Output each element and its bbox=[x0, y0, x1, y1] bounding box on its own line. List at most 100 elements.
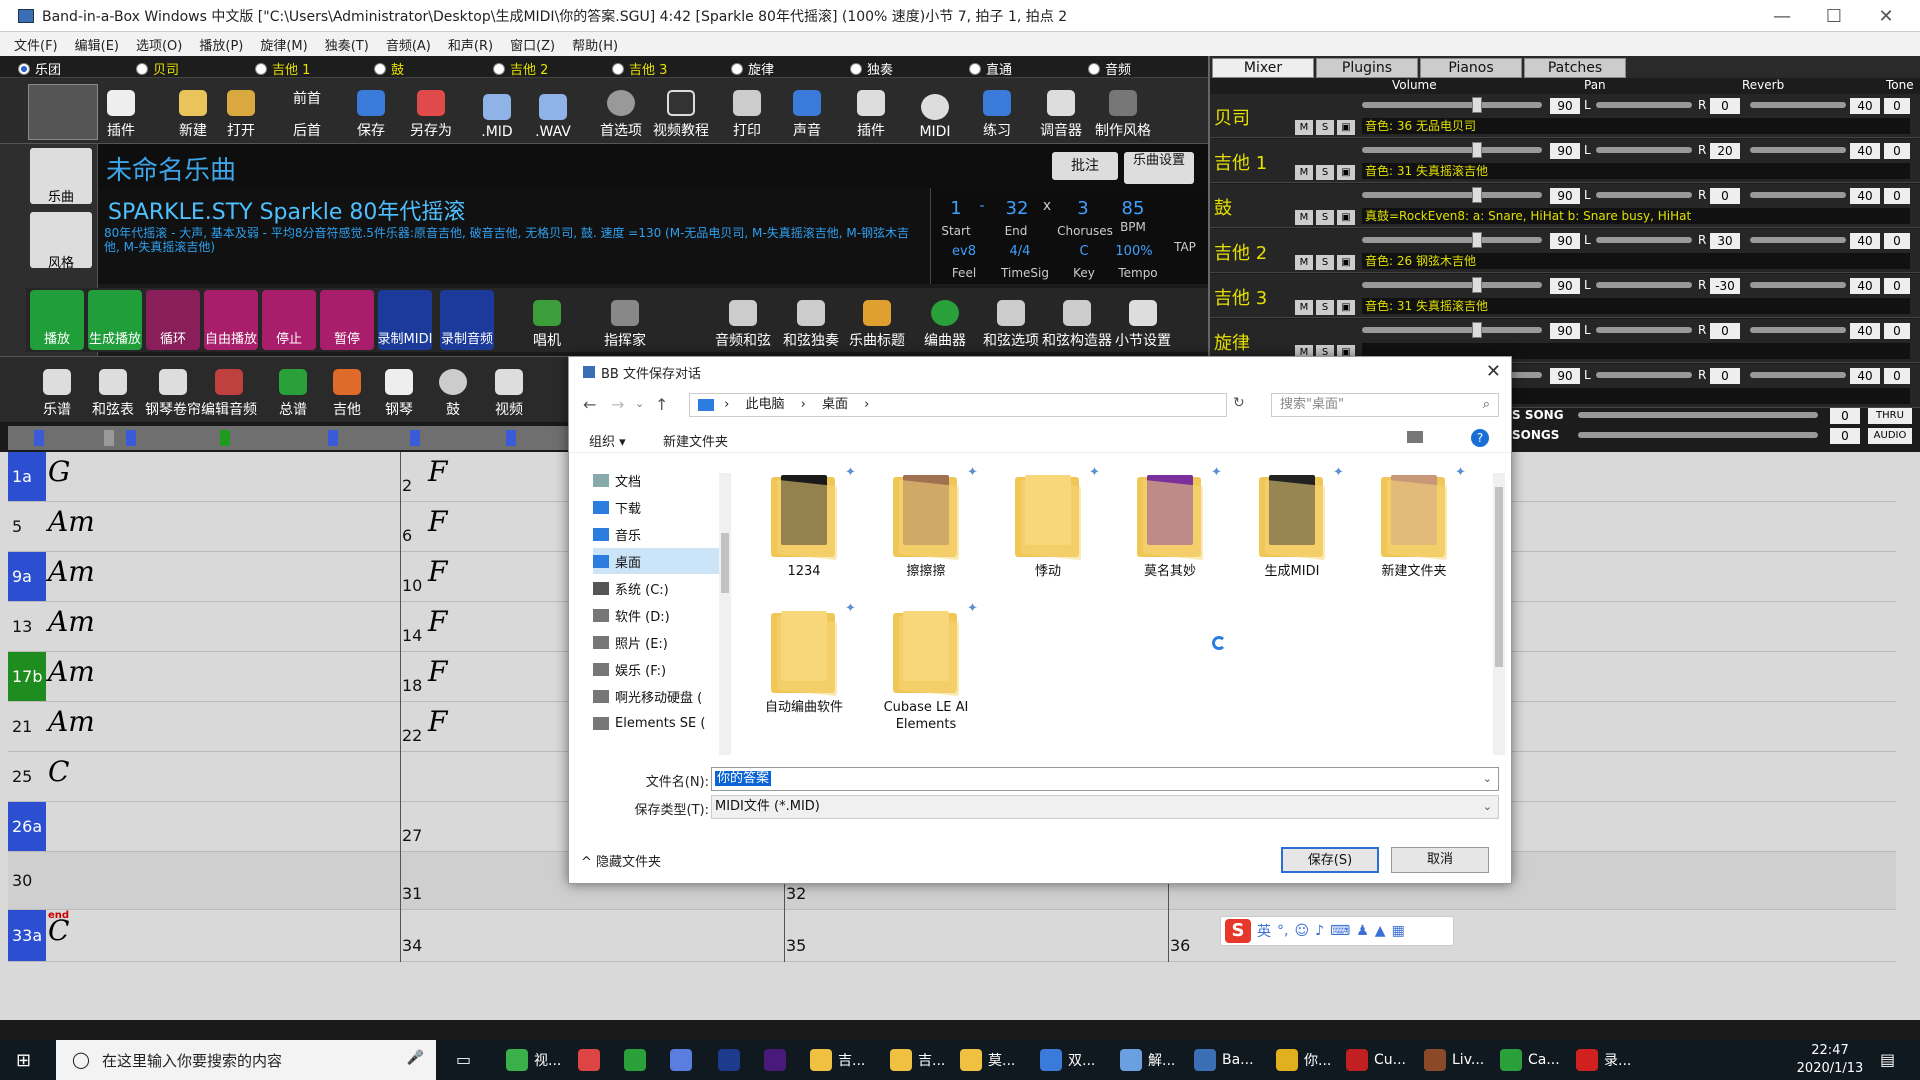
menu-solo[interactable]: 独奏(T) bbox=[325, 35, 369, 54]
pan-slider[interactable] bbox=[1596, 282, 1692, 288]
song-settings-button[interactable]: 乐曲设置 bbox=[1124, 152, 1194, 184]
song-title-tool-button[interactable]: 乐曲标题 bbox=[844, 292, 910, 350]
track-guitar3[interactable]: 吉他 3 bbox=[612, 59, 667, 78]
pan-slider[interactable] bbox=[1596, 237, 1692, 243]
tab-patches[interactable]: Patches bbox=[1524, 58, 1626, 78]
chord-symbol[interactable]: F bbox=[428, 655, 447, 688]
taskbar-search[interactable]: ◯ 在这里输入你要搜索的内容 🎤 bbox=[56, 1040, 436, 1080]
nav-item[interactable]: 系统 (C:) bbox=[593, 575, 721, 601]
menu-edit[interactable]: 编辑(E) bbox=[75, 35, 119, 54]
pan-value[interactable]: 30 bbox=[1710, 233, 1740, 249]
menu-window[interactable]: 窗口(Z) bbox=[510, 35, 555, 54]
pan-slider[interactable] bbox=[1596, 372, 1692, 378]
video-button[interactable]: 视频 bbox=[476, 361, 542, 419]
volume-slider[interactable] bbox=[1362, 102, 1542, 108]
sound-button[interactable]: 声音 bbox=[778, 84, 836, 140]
timesig-value[interactable]: 4/4 bbox=[997, 244, 1043, 259]
pan-slider[interactable] bbox=[1596, 102, 1692, 108]
stop-button[interactable]: 停止 bbox=[262, 290, 316, 350]
address-bar[interactable]: › 此电脑 › 桌面 › bbox=[689, 393, 1227, 417]
organize-button[interactable]: 组织 ▾ bbox=[589, 431, 626, 450]
files-scroll-thumb[interactable] bbox=[1495, 487, 1503, 667]
view-icon[interactable] bbox=[1407, 431, 1423, 443]
ime-skin-icon[interactable]: ▲ bbox=[1375, 923, 1386, 939]
tone-value[interactable]: 0 bbox=[1884, 233, 1910, 249]
edit-audio-button[interactable]: 编辑音频 bbox=[196, 361, 262, 419]
pan-value[interactable]: 0 bbox=[1710, 368, 1740, 384]
chord-symbol[interactable]: Am bbox=[48, 505, 95, 538]
volume-slider[interactable] bbox=[1362, 192, 1542, 198]
prev-song-button[interactable]: 前首 bbox=[278, 80, 336, 108]
next-song-button[interactable]: 后首 bbox=[278, 112, 336, 140]
ime-emoji-icon[interactable]: ☺ bbox=[1294, 923, 1309, 939]
patch-selector[interactable]: 音色: 31 失真摇滚吉他 bbox=[1362, 163, 1910, 179]
dialog-close-icon[interactable]: ✕ bbox=[1486, 361, 1501, 382]
volume-value[interactable]: 90 bbox=[1550, 143, 1580, 159]
song-value[interactable]: 0 bbox=[1830, 408, 1860, 424]
recent-chevron-icon[interactable]: ⌄ bbox=[635, 397, 644, 410]
volume-slider[interactable] bbox=[1362, 147, 1542, 153]
folder-item[interactable]: ✦ 新建文件夹 bbox=[1355, 465, 1473, 597]
task-view-icon[interactable]: ▭ bbox=[456, 1050, 471, 1069]
volume-value[interactable]: 90 bbox=[1550, 188, 1580, 204]
volume-value[interactable]: 90 bbox=[1550, 278, 1580, 294]
pan-slider[interactable] bbox=[1596, 327, 1692, 333]
breadcrumb-pc[interactable]: 此电脑 bbox=[745, 397, 784, 412]
reverb-value[interactable]: 40 bbox=[1850, 98, 1880, 114]
volume-knob[interactable] bbox=[1472, 322, 1482, 338]
taskbar-app[interactable]: Ca... bbox=[1500, 1046, 1560, 1074]
folder-item[interactable]: ✦ Cubase LE AI Elements bbox=[867, 601, 985, 733]
song-slider[interactable] bbox=[1578, 412, 1818, 418]
nav-item[interactable]: 啊光移动硬盘 ( bbox=[593, 683, 721, 709]
volume-knob[interactable] bbox=[1472, 97, 1482, 113]
chord-symbol[interactable]: G bbox=[48, 455, 70, 488]
taskbar-app[interactable]: 双... bbox=[1040, 1046, 1095, 1074]
print-button[interactable]: 打印 bbox=[718, 84, 776, 140]
filetype-select[interactable]: MIDI文件 (*.MID) ⌄ bbox=[711, 795, 1499, 819]
chord-symbol[interactable]: Am bbox=[48, 705, 95, 738]
volume-knob[interactable] bbox=[1472, 142, 1482, 158]
folder-item[interactable]: ✦ 悸动 bbox=[989, 465, 1107, 597]
pan-value[interactable]: 0 bbox=[1710, 323, 1740, 339]
volume-knob[interactable] bbox=[1472, 187, 1482, 203]
chord-solo-button[interactable]: 和弦独奏 bbox=[778, 292, 844, 350]
taskbar-app[interactable]: 吉... bbox=[810, 1046, 865, 1074]
volume-value[interactable]: 90 bbox=[1550, 98, 1580, 114]
reverb-value[interactable]: 40 bbox=[1850, 323, 1880, 339]
menu-file[interactable]: 文件(F) bbox=[14, 35, 58, 54]
nav-item[interactable]: 音乐 bbox=[593, 521, 721, 547]
minimize-button[interactable]: — bbox=[1754, 0, 1810, 32]
taskbar-app[interactable]: 莫... bbox=[960, 1046, 1015, 1074]
menu-melody[interactable]: 旋律(M) bbox=[260, 35, 307, 54]
track-thru[interactable]: 直通 bbox=[969, 59, 1012, 78]
bpm-value[interactable]: 85 bbox=[1115, 198, 1151, 219]
taskbar-app[interactable]: Liv... bbox=[1424, 1046, 1484, 1074]
pan-value[interactable]: 0 bbox=[1710, 188, 1740, 204]
choruses-value[interactable]: 3 bbox=[1063, 198, 1103, 219]
nav-item[interactable]: 下载 bbox=[593, 494, 721, 520]
search-input[interactable]: 搜索"桌面" ⌕ bbox=[1271, 393, 1499, 417]
dialog-cancel-button[interactable]: 取消 bbox=[1391, 847, 1489, 873]
conductor-button[interactable]: 指挥家 bbox=[592, 292, 658, 350]
ime-menu-icon[interactable]: ▦ bbox=[1392, 923, 1405, 939]
taskbar-app[interactable]: 你... bbox=[1276, 1046, 1331, 1074]
filetype-dropdown-icon[interactable]: ⌄ bbox=[1483, 796, 1492, 818]
reverb-slider[interactable] bbox=[1750, 282, 1846, 288]
patch-selector[interactable]: 音色: 36 无品电贝司 bbox=[1362, 118, 1910, 134]
close-button[interactable]: ✕ bbox=[1858, 0, 1914, 32]
reverb-value[interactable]: 40 bbox=[1850, 188, 1880, 204]
pause-button[interactable]: 暂停 bbox=[320, 290, 374, 350]
track-guitar1[interactable]: 吉他 1 bbox=[255, 59, 310, 78]
files-scrollbar[interactable] bbox=[1493, 473, 1505, 755]
menu-help[interactable]: 帮助(H) bbox=[572, 35, 618, 54]
chord-symbol[interactable]: F bbox=[428, 555, 447, 588]
tone-value[interactable]: 0 bbox=[1884, 368, 1910, 384]
volume-value[interactable]: 90 bbox=[1550, 323, 1580, 339]
notification-icon[interactable]: ▤ bbox=[1880, 1050, 1895, 1069]
arranger-button[interactable]: 编曲器 bbox=[912, 292, 978, 350]
pan-slider[interactable] bbox=[1596, 192, 1692, 198]
mute-button[interactable]: M bbox=[1295, 255, 1313, 270]
chord-options-button[interactable]: 和弦选项 bbox=[978, 292, 1044, 350]
key-value[interactable]: C bbox=[1061, 244, 1107, 259]
ime-keyboard-icon[interactable]: ⌨ bbox=[1330, 923, 1350, 939]
